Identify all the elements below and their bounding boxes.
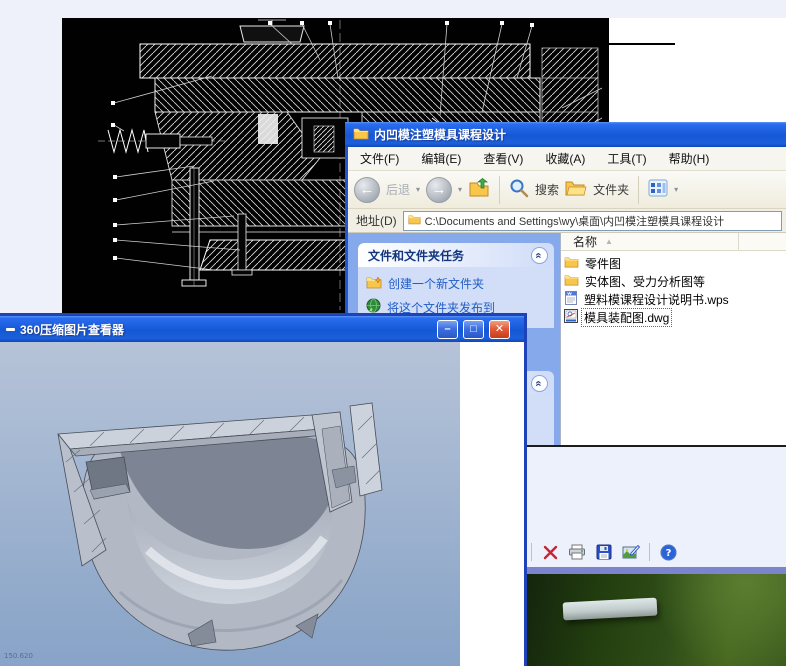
menu-help[interactable]: 帮助(H): [669, 150, 710, 167]
file-tasks-title: 文件和文件夹任务: [368, 248, 465, 263]
delete-button[interactable]: [541, 543, 559, 561]
search-icon[interactable]: [509, 178, 529, 201]
up-folder-button[interactable]: [468, 178, 490, 201]
views-button[interactable]: [648, 179, 668, 200]
folder-icon: [564, 274, 579, 289]
file-list-header: 名称 ▲: [561, 233, 786, 251]
back-label: 后退: [386, 183, 411, 197]
explorer-title: 内凹模注塑模具课程设计: [374, 128, 507, 142]
forward-dropdown-icon[interactable]: ▾: [458, 185, 462, 194]
folders-icon[interactable]: [565, 179, 587, 200]
explorer-titlebar[interactable]: 内凹模注塑模具课程设计: [345, 122, 786, 147]
search-label[interactable]: 搜索: [535, 181, 559, 198]
menu-view[interactable]: 查看(V): [483, 150, 523, 167]
edit-image-button[interactable]: [622, 543, 640, 561]
print-button[interactable]: [568, 543, 586, 561]
viewer360-title: 360压缩图片查看器: [20, 322, 125, 337]
file-tasks-header[interactable]: 文件和文件夹任务 »: [358, 243, 554, 267]
svg-text:?: ?: [665, 548, 671, 559]
picture-viewer-divider: [527, 567, 786, 574]
sort-ascending-icon: ▲: [605, 237, 613, 246]
back-button[interactable]: ←: [354, 176, 380, 203]
task-new-folder-label: 创建一个新文件夹: [388, 277, 485, 291]
help-button[interactable]: ?: [659, 543, 677, 561]
folder-icon: [353, 127, 369, 143]
viewer360-titlebar[interactable]: 360压缩图片查看器 – □ ✕: [0, 316, 524, 342]
address-path: C:\Documents and Settings\wy\桌面\内凹模注塑模具课…: [424, 215, 725, 228]
background-document-window: [609, 18, 786, 122]
toolbar-separator: [531, 543, 532, 561]
picture-viewer-window: ?: [527, 445, 786, 666]
file-row-folder-1[interactable]: 零件图: [561, 254, 786, 272]
task-new-folder[interactable]: 创建一个新文件夹: [366, 275, 550, 292]
explorer-file-list: 名称 ▲ 零件图 实体图、受力分析图等 塑料模课程设计说明书.wps 模具装配图…: [560, 233, 786, 447]
3d-model-image: 150.620: [0, 342, 460, 666]
new-folder-icon: [366, 275, 382, 292]
picture-viewer-toolbar: ?: [527, 539, 786, 565]
menu-tools[interactable]: 工具(T): [607, 150, 646, 167]
minimize-button[interactable]: –: [437, 319, 458, 339]
close-button[interactable]: ✕: [489, 319, 510, 339]
toolbar-separator: [499, 175, 501, 204]
viewer360-window: 360压缩图片查看器 – □ ✕ 150.620: [0, 313, 527, 666]
explorer-addressbar: 地址(D) C:\Documents and Settings\wy\桌面\内凹…: [348, 209, 786, 233]
maximize-button[interactable]: □: [463, 319, 484, 339]
menu-file[interactable]: 文件(F): [360, 150, 399, 167]
viewer360-client: 150.620: [0, 342, 524, 666]
photo-content: [527, 574, 786, 666]
menu-favorites[interactable]: 收藏(A): [545, 150, 585, 167]
dwg-drawing-icon: [564, 308, 578, 326]
address-label: 地址(D): [356, 214, 397, 228]
document-line: [609, 43, 675, 45]
folders-label[interactable]: 文件夹: [593, 181, 629, 198]
app-icon: [6, 327, 15, 331]
wps-document-icon: [564, 290, 578, 308]
photo-object: [562, 597, 658, 621]
folder-icon: [564, 256, 579, 271]
collapse-panel-button[interactable]: »: [531, 246, 548, 264]
explorer-menubar: 文件(F) 编辑(E) 查看(V) 收藏(A) 工具(T) 帮助(H): [348, 147, 786, 171]
save-button[interactable]: [595, 543, 613, 561]
toolbar-separator: [638, 175, 640, 204]
collapse-panel-button[interactable]: »: [531, 374, 548, 392]
file-row-folder-2[interactable]: 实体图、受力分析图等: [561, 272, 786, 290]
name-column-header[interactable]: 名称 ▲: [561, 233, 739, 250]
desktop: 内凹模注塑模具课程设计 文件(F) 编辑(E) 查看(V) 收藏(A) 工具(T…: [0, 0, 786, 666]
file-row-wps-doc[interactable]: 塑料模课程设计说明书.wps: [561, 290, 786, 308]
address-folder-icon: [408, 214, 421, 228]
back-dropdown-icon[interactable]: ▾: [416, 185, 420, 194]
forward-button[interactable]: →: [426, 176, 453, 203]
address-input[interactable]: C:\Documents and Settings\wy\桌面\内凹模注塑模具课…: [402, 210, 782, 231]
views-dropdown-icon[interactable]: ▾: [674, 185, 678, 194]
toolbar-separator: [649, 543, 650, 561]
file-row-dwg-selected[interactable]: 模具装配图.dwg: [561, 307, 786, 327]
menu-edit[interactable]: 编辑(E): [421, 150, 461, 167]
explorer-toolbar: ← 后退 ▾ → ▾ 搜索 文件夹 ▾: [348, 171, 786, 209]
viewer-status-text: 150.620: [4, 652, 33, 660]
